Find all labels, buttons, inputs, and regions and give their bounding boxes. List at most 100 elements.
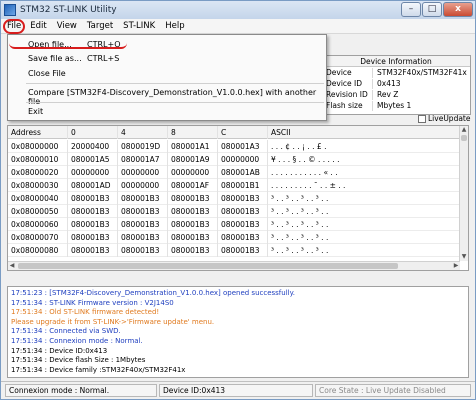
- menu-stlink[interactable]: ST-LINK: [118, 19, 160, 34]
- column-header-address[interactable]: Address: [8, 126, 68, 139]
- value-cell[interactable]: 080001AF: [168, 179, 218, 192]
- value-cell[interactable]: 080001B3: [218, 244, 268, 257]
- value-cell[interactable]: 080001B3: [118, 231, 168, 244]
- close-button[interactable]: x: [443, 2, 473, 17]
- device-info-value: Mbytes 1: [377, 101, 412, 110]
- value-cell[interactable]: 080001B3: [68, 218, 118, 231]
- value-cell[interactable]: 00000000: [218, 153, 268, 166]
- column-header-4[interactable]: 4: [118, 126, 168, 139]
- address-cell[interactable]: 0x08000070: [8, 231, 68, 244]
- value-cell[interactable]: 00000000: [168, 166, 218, 179]
- value-cell[interactable]: 080001A3: [218, 140, 268, 153]
- ascii-cell[interactable]: . . . . . . . . . ¯ . . ± . .: [268, 179, 460, 192]
- scroll-thumb[interactable]: [18, 263, 398, 269]
- menu-target[interactable]: Target: [82, 19, 118, 34]
- live-update-checkbox[interactable]: [418, 114, 426, 123]
- value-cell[interactable]: 080001B3: [68, 231, 118, 244]
- value-cell[interactable]: 080001A7: [118, 153, 168, 166]
- value-cell[interactable]: 080001B3: [68, 192, 118, 205]
- menu-view[interactable]: View: [52, 19, 82, 34]
- live-update-toggle[interactable]: LiveUpdate: [418, 114, 470, 123]
- value-cell[interactable]: 080001B3: [218, 192, 268, 205]
- menu-item-exit[interactable]: Exit: [28, 107, 43, 116]
- value-cell[interactable]: 00000000: [68, 166, 118, 179]
- value-cell[interactable]: 080001AB: [218, 166, 268, 179]
- value-cell[interactable]: 080001B3: [168, 231, 218, 244]
- value-cell[interactable]: 080001B3: [68, 205, 118, 218]
- menu-help[interactable]: Help: [160, 19, 189, 34]
- table-row[interactable]: 0x08000040 080001B3 080001B3 080001B3 080001…: [8, 192, 460, 205]
- ascii-cell[interactable]: ¥ . . . § . . © . . . . .: [268, 153, 460, 166]
- ascii-cell[interactable]: ³ . . ³ . . ³ . . ³ . .: [268, 192, 460, 205]
- value-cell[interactable]: 20000400: [68, 140, 118, 153]
- ascii-cell[interactable]: ³ . . ³ . . ³ . . ³ . .: [268, 205, 460, 218]
- scroll-right-icon[interactable]: ▶: [452, 262, 460, 270]
- scroll-thumb[interactable]: [461, 135, 467, 141]
- value-cell[interactable]: 080001B3: [218, 231, 268, 244]
- value-cell[interactable]: 080001A9: [168, 153, 218, 166]
- value-cell[interactable]: 00000000: [118, 179, 168, 192]
- address-cell[interactable]: 0x08000000: [8, 140, 68, 153]
- menu-edit[interactable]: Edit: [25, 19, 51, 34]
- table-row[interactable]: 0x08000030 080001AD 00000000 080001AF 080001…: [8, 179, 460, 192]
- value-cell[interactable]: 080001B3: [218, 205, 268, 218]
- ascii-cell[interactable]: ³ . . ³ . . ³ . . ³ . .: [268, 218, 460, 231]
- scroll-up-icon[interactable]: ▲: [460, 126, 468, 134]
- device-info-value: STM32F40x/STM32F41x: [377, 68, 467, 77]
- table-row[interactable]: 0x08000080 080001B3 080001B3 080001B3 080001…: [8, 244, 460, 257]
- address-cell[interactable]: 0x08000010: [8, 153, 68, 166]
- menu-separator: [26, 102, 324, 103]
- value-cell[interactable]: 00000000: [118, 166, 168, 179]
- device-info-row: Flash size Mbytes 1: [322, 101, 470, 111]
- scroll-down-icon[interactable]: ▼: [460, 253, 468, 261]
- value-cell[interactable]: 080001B3: [168, 205, 218, 218]
- ascii-cell[interactable]: . . . . . . . . . . . « . .: [268, 166, 460, 179]
- value-cell[interactable]: 080001B1: [218, 179, 268, 192]
- address-cell[interactable]: 0x08000040: [8, 192, 68, 205]
- table-row[interactable]: 0x08000000 20000400 0800019D 080001A1 080001…: [8, 140, 460, 153]
- value-cell[interactable]: 080001A5: [68, 153, 118, 166]
- value-cell[interactable]: 080001B3: [118, 244, 168, 257]
- table-row[interactable]: 0x08000070 080001B3 080001B3 080001B3 080001…: [8, 231, 460, 244]
- ascii-cell[interactable]: ³ . . ³ . . ³ . . ³ . .: [268, 244, 460, 257]
- table-row[interactable]: 0x08000020 00000000 00000000 00000000 080001…: [8, 166, 460, 179]
- column-header-8[interactable]: 8: [168, 126, 218, 139]
- table-row[interactable]: 0x08000050 080001B3 080001B3 080001B3 080001…: [8, 205, 460, 218]
- value-cell[interactable]: 080001B3: [118, 205, 168, 218]
- value-cell[interactable]: 080001B3: [118, 192, 168, 205]
- table-row[interactable]: 0x08000010 080001A5 080001A7 080001A9 000000…: [8, 153, 460, 166]
- menu-file[interactable]: File: [3, 18, 26, 34]
- grid-vertical-scrollbar[interactable]: ▲ ▼: [459, 126, 468, 261]
- menu-item-close-file[interactable]: Close File: [28, 69, 66, 78]
- address-cell[interactable]: 0x08000080: [8, 244, 68, 257]
- value-cell[interactable]: 080001AD: [68, 179, 118, 192]
- address-cell[interactable]: 0x08000030: [8, 179, 68, 192]
- table-row[interactable]: 0x08000060 080001B3 080001B3 080001B3 080001…: [8, 218, 460, 231]
- value-cell[interactable]: 080001B3: [168, 192, 218, 205]
- ascii-cell[interactable]: ³ . . ³ . . ³ . . ³ . .: [268, 231, 460, 244]
- address-cell[interactable]: 0x08000050: [8, 205, 68, 218]
- value-cell[interactable]: 080001B3: [118, 218, 168, 231]
- value-cell[interactable]: 080001B3: [68, 244, 118, 257]
- address-cell[interactable]: 0x08000020: [8, 166, 68, 179]
- value-cell[interactable]: 080001A1: [168, 140, 218, 153]
- maximize-button[interactable]: □: [422, 2, 442, 17]
- column-header-ascii[interactable]: ASCII: [268, 126, 460, 139]
- value-cell[interactable]: 080001B3: [218, 218, 268, 231]
- grid-horizontal-scrollbar[interactable]: ◀ ▶: [8, 261, 460, 270]
- column-header-0[interactable]: 0: [68, 126, 118, 139]
- ascii-cell[interactable]: . . . ¢ . . ¡ . . £ .: [268, 140, 460, 153]
- menu-item-compare[interactable]: Compare [STM32F4-Discovery_Demonstration…: [28, 88, 326, 106]
- menu-bar: File Edit View Target ST-LINK Help: [1, 18, 475, 34]
- scroll-left-icon[interactable]: ◀: [8, 262, 16, 270]
- value-cell[interactable]: 080001B3: [168, 218, 218, 231]
- menu-item-save-file-as[interactable]: Save file as...: [28, 54, 82, 63]
- value-cell[interactable]: 080001B3: [168, 244, 218, 257]
- title-bar[interactable]: STM32 ST-LINK Utility – □ x: [1, 1, 475, 19]
- value-cell[interactable]: 0800019D: [118, 140, 168, 153]
- minimize-button[interactable]: –: [401, 2, 421, 17]
- address-cell[interactable]: 0x08000060: [8, 218, 68, 231]
- column-header-c[interactable]: C: [218, 126, 268, 139]
- device-info-key: Flash size: [326, 101, 363, 110]
- log-line: 17:51:34 : Connexion mode : Normal.: [11, 337, 143, 345]
